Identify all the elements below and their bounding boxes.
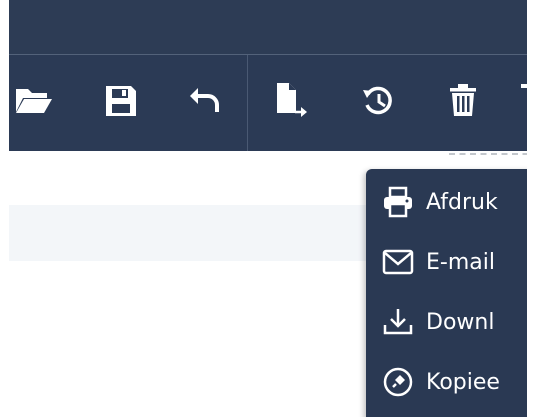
undo-icon xyxy=(188,86,222,116)
trash-icon xyxy=(447,83,479,119)
right-edge xyxy=(527,0,534,417)
header-bar xyxy=(9,0,527,54)
app-window: Afdruk E-mail Downl Kopiee xyxy=(0,0,534,417)
open-button[interactable] xyxy=(9,77,57,125)
toolbar xyxy=(9,55,531,151)
save-button[interactable] xyxy=(97,77,145,125)
menu-item-download[interactable]: Downl xyxy=(366,293,534,351)
pin-icon xyxy=(378,366,418,398)
folder-open-icon xyxy=(13,85,53,117)
export-button[interactable] xyxy=(267,77,315,125)
menu-item-copy[interactable]: Kopiee xyxy=(366,353,534,411)
printer-icon xyxy=(378,186,418,218)
menu-item-label: Downl xyxy=(426,309,495,335)
delete-button[interactable] xyxy=(439,77,487,125)
undo-button[interactable] xyxy=(181,77,229,125)
menu-item-label: E-mail xyxy=(426,249,495,275)
export-file-icon xyxy=(271,81,311,121)
save-icon xyxy=(104,84,138,118)
history-icon xyxy=(361,83,397,119)
menu-item-label: Afdruk xyxy=(426,189,498,215)
menu-item-email[interactable]: E-mail xyxy=(366,233,534,291)
history-button[interactable] xyxy=(355,77,403,125)
dashed-frame xyxy=(449,153,534,165)
download-icon xyxy=(378,307,418,337)
export-menu: Afdruk E-mail Downl Kopiee xyxy=(366,169,534,417)
menu-item-print[interactable]: Afdruk xyxy=(366,173,534,231)
menu-item-label: Kopiee xyxy=(426,369,500,395)
left-edge xyxy=(0,0,9,417)
toolbar-divider xyxy=(247,55,248,151)
envelope-icon xyxy=(378,249,418,275)
